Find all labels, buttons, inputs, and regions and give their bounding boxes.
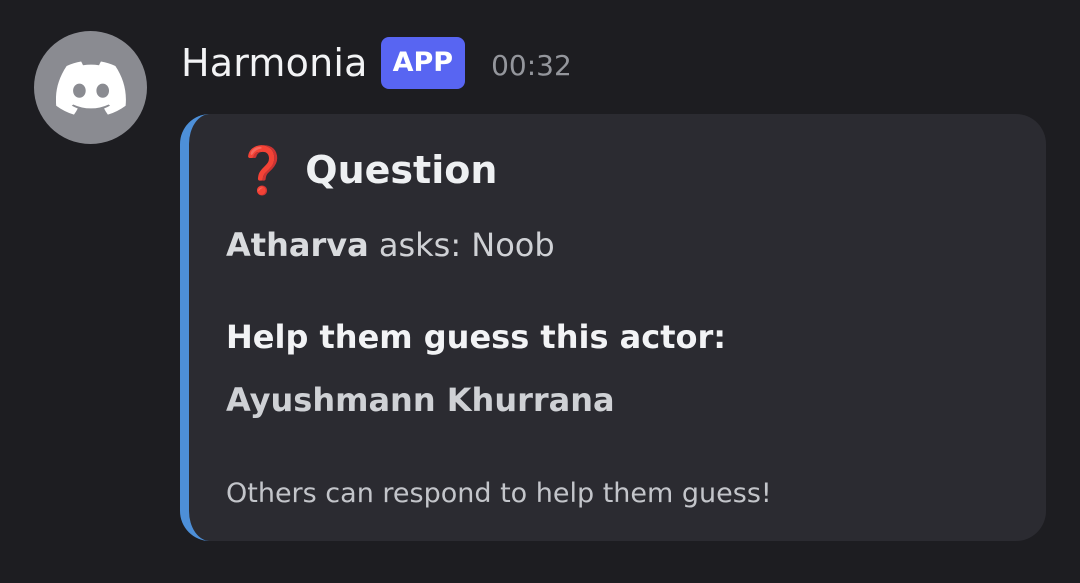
- ask-text: asks: Noob: [378, 226, 555, 264]
- embed-title: ❓ Question: [234, 142, 497, 198]
- author-avatar[interactable]: [34, 31, 147, 144]
- embed-title-text: Question: [305, 148, 498, 192]
- embed-footer: Others can respond to help them guess!: [226, 478, 772, 509]
- chat-message: Harmonia APP 00:32 ❓ Question Atharva as…: [0, 0, 1080, 583]
- discord-logo-icon: [55, 61, 126, 115]
- question-mark-icon: ❓: [234, 143, 292, 197]
- field-name: Help them guess this actor:: [226, 318, 727, 356]
- message-timestamp: 00:32: [491, 48, 572, 82]
- author-name[interactable]: Harmonia: [181, 41, 368, 85]
- app-badge: APP: [380, 37, 466, 89]
- ask-line: Atharva asks: Noob: [226, 226, 555, 264]
- field-value: Ayushmann Khurrana: [226, 381, 615, 419]
- asker-name: Atharva: [226, 226, 369, 264]
- message-header: Harmonia APP 00:32: [181, 32, 572, 94]
- question-embed: ❓ Question Atharva asks: Noob Help them …: [180, 114, 1046, 541]
